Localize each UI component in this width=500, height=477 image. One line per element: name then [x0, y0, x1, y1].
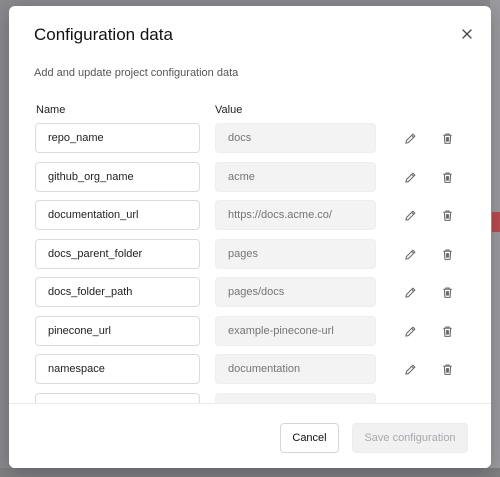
- configuration-modal: Configuration data Add and update projec…: [9, 6, 491, 468]
- config-name-input[interactable]: [35, 393, 200, 403]
- delete-button[interactable]: [439, 323, 455, 339]
- config-name-input[interactable]: [35, 239, 200, 269]
- trash-icon: [442, 172, 452, 183]
- config-row: [9, 239, 491, 271]
- config-name-input[interactable]: [35, 354, 200, 384]
- config-value-input[interactable]: [215, 354, 376, 384]
- delete-button[interactable]: [439, 284, 455, 300]
- config-name-input[interactable]: [35, 123, 200, 153]
- pencil-icon: [404, 364, 415, 375]
- config-name-input[interactable]: [35, 277, 200, 307]
- delete-button[interactable]: [439, 361, 455, 377]
- config-rows[interactable]: [9, 122, 491, 403]
- save-configuration-button[interactable]: Save configuration: [352, 423, 468, 453]
- edit-button[interactable]: [402, 246, 418, 262]
- backdrop-bottom: [0, 468, 500, 477]
- config-row: [9, 123, 491, 155]
- delete-button[interactable]: [439, 246, 455, 262]
- trash-icon: [442, 249, 452, 260]
- pencil-icon: [404, 287, 415, 298]
- modal-subtitle: Add and update project configuration dat…: [34, 67, 239, 79]
- trash-icon: [442, 364, 452, 375]
- edit-button[interactable]: [402, 284, 418, 300]
- delete-button[interactable]: [439, 130, 455, 146]
- trash-icon: [442, 133, 452, 144]
- config-row: [9, 277, 491, 309]
- close-button[interactable]: [457, 24, 477, 44]
- edit-button[interactable]: [402, 130, 418, 146]
- edit-button[interactable]: [402, 169, 418, 185]
- trash-icon: [442, 326, 452, 337]
- config-value-input[interactable]: [215, 200, 376, 230]
- column-header-name: Name: [36, 104, 66, 116]
- config-value-input[interactable]: [215, 277, 376, 307]
- edit-button[interactable]: [402, 207, 418, 223]
- config-value-input[interactable]: [215, 162, 376, 192]
- edit-button[interactable]: [402, 323, 418, 339]
- config-value-input[interactable]: [215, 393, 376, 403]
- edit-button[interactable]: [402, 361, 418, 377]
- column-header-value: Value: [215, 104, 243, 116]
- config-row: [9, 316, 491, 348]
- trash-icon: [442, 287, 452, 298]
- config-name-input[interactable]: [35, 162, 200, 192]
- backdrop-accent: [492, 212, 500, 232]
- delete-button[interactable]: [439, 207, 455, 223]
- modal-footer: Cancel Save configuration: [9, 403, 491, 468]
- config-value-input[interactable]: [215, 123, 376, 153]
- backdrop: [490, 0, 500, 477]
- pencil-icon: [404, 249, 415, 260]
- modal-title: Configuration data: [34, 25, 173, 44]
- pencil-icon: [404, 326, 415, 337]
- config-row: [9, 162, 491, 194]
- pencil-icon: [404, 172, 415, 183]
- delete-button[interactable]: [439, 169, 455, 185]
- config-row: [9, 354, 491, 386]
- pencil-icon: [404, 210, 415, 221]
- trash-icon: [442, 210, 452, 221]
- config-row: [9, 393, 491, 403]
- cancel-button[interactable]: Cancel: [280, 423, 339, 453]
- config-name-input[interactable]: [35, 200, 200, 230]
- pencil-icon: [404, 133, 415, 144]
- config-value-input[interactable]: [215, 239, 376, 269]
- close-icon: [462, 29, 472, 39]
- config-name-input[interactable]: [35, 316, 200, 346]
- config-value-input[interactable]: [215, 316, 376, 346]
- config-row: [9, 200, 491, 232]
